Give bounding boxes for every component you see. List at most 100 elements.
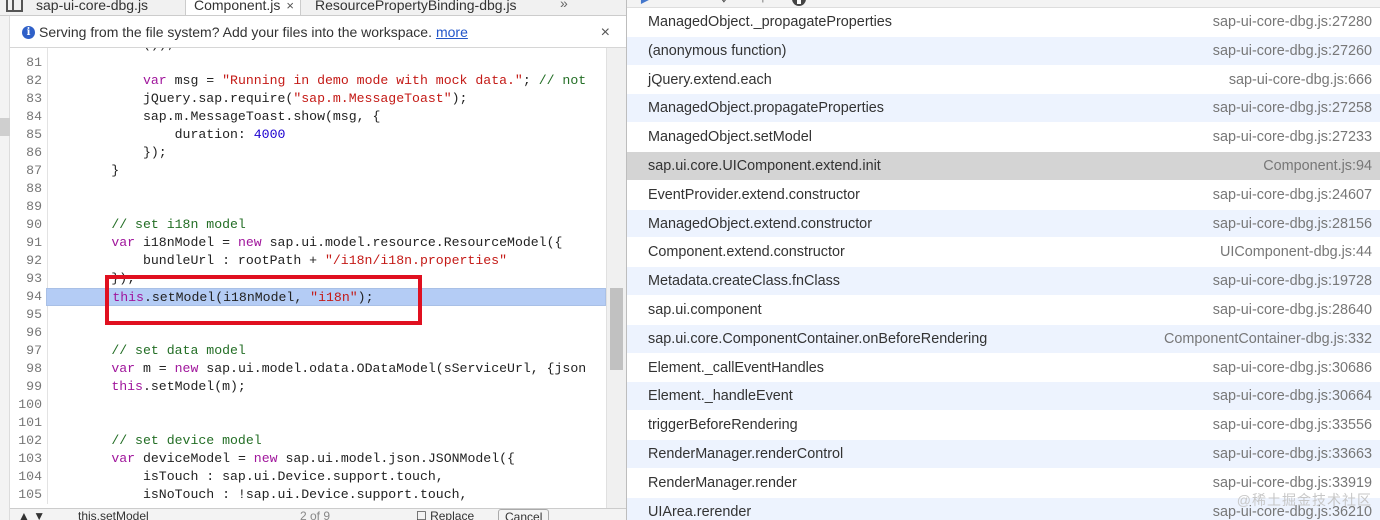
frame-location-link[interactable]: sap-ui-core-dbg.js:27258 [1213, 94, 1372, 123]
frame-location-link[interactable]: sap-ui-core-dbg.js:27260 [1213, 37, 1372, 66]
frame-location-link[interactable]: sap-ui-core-dbg.js:24607 [1213, 181, 1372, 210]
line-number[interactable]: 84 [10, 108, 42, 126]
code-line: 85 duration: 4000 [10, 126, 606, 144]
frame-location-link[interactable]: sap-ui-core-dbg.js:27280 [1213, 8, 1372, 37]
line-number[interactable]: 104 [10, 468, 42, 486]
frame-location-link[interactable]: Component.js:94 [1263, 152, 1372, 181]
line-number[interactable]: 88 [10, 180, 42, 198]
line-number[interactable]: 81 [10, 54, 42, 72]
line-number[interactable]: 105 [10, 486, 42, 504]
frame-location-link[interactable]: sap-ui-core-dbg.js:28640 [1213, 296, 1372, 325]
resume-icon[interactable]: ▶ [639, 0, 655, 6]
frame-function-name: RenderManager.renderControl [648, 445, 844, 462]
navigator-toggle-icon[interactable] [6, 0, 23, 12]
frame-function-name: sap.ui.core.UIComponent.extend.init [648, 157, 881, 174]
frame-location-link[interactable]: sap-ui-core-dbg.js:19728 [1213, 267, 1372, 296]
code-line: 87 } [10, 162, 606, 180]
call-frame[interactable]: ManagedObject.extend.constructor sap-ui-c… [627, 209, 1380, 239]
frame-function-name: ManagedObject.propagateProperties [648, 100, 884, 117]
navigator-collapse-strip[interactable] [0, 0, 10, 520]
line-number[interactable]: 101 [10, 414, 42, 432]
frame-location-link[interactable]: ComponentContainer-dbg.js:332 [1164, 325, 1372, 354]
code-line: 96 [10, 324, 606, 342]
line-number[interactable]: 82 [10, 72, 42, 90]
line-number[interactable]: 98 [10, 360, 42, 378]
call-frame[interactable]: ManagedObject.setModel sap-ui-core-dbg.js… [627, 123, 1380, 152]
code-line: 99 this.setModel(m); [10, 378, 606, 396]
frame-location-link[interactable]: sap-ui-core-dbg.js:33663 [1213, 440, 1372, 469]
line-number[interactable]: 102 [10, 432, 42, 450]
frame-function-name: EventProvider.extend.constructor [648, 186, 860, 203]
step-into-icon[interactable]: ↓ [716, 0, 732, 6]
code-text: bundleUrl : rootPath + "/i18n/i18n.prope… [48, 253, 508, 268]
call-frame[interactable]: ManagedObject._propagateProperties sap-ui… [627, 8, 1380, 37]
annotation-red-box [105, 275, 422, 325]
tab-close-icon[interactable]: × [286, 0, 294, 13]
frame-location-link[interactable]: sap-ui-core-dbg.js:33556 [1213, 411, 1372, 440]
editor-scrollbar[interactable] [606, 48, 626, 508]
line-number[interactable]: 91 [10, 234, 42, 252]
editor-tab-bar: sap-ui-core-dbg.js Component.js × Resourc… [0, 0, 626, 16]
tab-resource-property-binding[interactable]: ResourcePropertyBinding-dbg.js [307, 0, 517, 15]
code-text: var i18nModel = new sap.ui.model.resourc… [111, 235, 563, 250]
frame-location-link[interactable]: sap-ui-core-dbg.js:30664 [1213, 382, 1372, 411]
cancel-button[interactable]: Cancel [498, 509, 550, 520]
line-number[interactable]: 100 [10, 396, 42, 414]
code-text: this.setModel(m); [111, 379, 246, 394]
call-frame[interactable]: jQuery.extend.each sap-ui-core-dbg.js:666 [627, 65, 1380, 95]
infobar-more-link[interactable]: more [436, 24, 468, 40]
deactivate-breakpoints-icon[interactable] [792, 0, 808, 6]
call-frame[interactable]: sap.ui.core.ComponentContainer.onBeforeR… [627, 324, 1380, 354]
call-frame-selected[interactable]: sap.ui.core.UIComponent.extend.init Compo… [627, 151, 1380, 181]
tab-overflow-icon[interactable]: » [560, 0, 568, 11]
line-number[interactable]: 83 [10, 90, 42, 108]
frame-location-link[interactable]: sap-ui-core-dbg.js:666 [1229, 66, 1372, 95]
call-frame[interactable]: Metadata.createClass.fnClass sap-ui-core-… [627, 267, 1380, 296]
call-frame[interactable]: ManagedObject.propagateProperties sap-ui-… [627, 94, 1380, 124]
frame-function-name: jQuery.extend.each [648, 71, 772, 88]
line-number[interactable]: 89 [10, 198, 42, 216]
code-line: 105 isNoTouch : !sap.ui.Device.support.t… [10, 486, 606, 504]
find-options-icon[interactable]: ▲ ▼ [18, 509, 45, 520]
call-frame[interactable]: Element._handleEvent sap-ui-core-dbg.js:3… [627, 382, 1380, 412]
line-number[interactable]: 103 [10, 450, 42, 468]
call-frame[interactable]: Component.extend.constructor UIComponent-… [627, 238, 1380, 268]
line-number[interactable]: 96 [10, 324, 42, 342]
line-number[interactable]: 86 [10, 144, 42, 162]
code-text: } [48, 163, 120, 178]
call-frame[interactable]: RenderManager.renderControl sap-ui-core-d… [627, 439, 1380, 469]
line-number[interactable]: 99 [10, 378, 42, 396]
call-frame[interactable]: triggerBeforeRendering sap-ui-core-dbg.js… [627, 411, 1380, 440]
tab-sap-ui-core-dbg[interactable]: sap-ui-core-dbg.js [28, 0, 148, 15]
call-stack-pane: ▶ ↷ ↓ ↑ ManagedObject._propagateProperti… [627, 0, 1380, 520]
step-out-icon[interactable]: ↑ [755, 0, 771, 6]
frame-location-link[interactable]: sap-ui-core-dbg.js:28156 [1213, 210, 1372, 239]
call-frame[interactable]: EventProvider.extend.constructor sap-ui-c… [627, 180, 1380, 210]
line-number[interactable]: 95 [10, 306, 42, 324]
line-number[interactable]: 92 [10, 252, 42, 270]
close-icon[interactable]: × [601, 17, 610, 48]
frame-location-link[interactable]: sap-ui-core-dbg.js:30686 [1213, 354, 1372, 383]
scrollbar-thumb[interactable] [610, 288, 623, 370]
line-number[interactable]: 93 [10, 270, 42, 288]
line-number[interactable]: 87 [10, 162, 42, 180]
line-number[interactable]: 90 [10, 216, 42, 234]
workspace-infobar: i Serving from the file system? Add your… [10, 17, 626, 48]
call-frame[interactable]: sap.ui.component sap-ui-core-dbg.js:28640 [627, 295, 1380, 325]
step-over-icon[interactable]: ↷ [677, 0, 693, 6]
code-text: sap.m.MessageToast.show(msg, { [48, 109, 381, 124]
frame-function-name: ManagedObject.extend.constructor [648, 215, 872, 232]
code-line: 97 // set data model [10, 342, 606, 360]
frame-function-name: ManagedObject._propagateProperties [648, 14, 893, 30]
frame-location-link[interactable]: sap-ui-core-dbg.js:27233 [1213, 123, 1372, 152]
call-frame[interactable]: Element._callEventHandles sap-ui-core-dbg… [627, 353, 1380, 383]
replace-checkbox[interactable]: ☐ Replace [416, 509, 474, 520]
find-input[interactable]: this.setModel [78, 509, 149, 520]
line-number[interactable]: 85 [10, 126, 42, 144]
frame-location-link[interactable]: UIComponent-dbg.js:44 [1220, 238, 1372, 267]
call-frame[interactable]: (anonymous function) sap-ui-core-dbg.js:2… [627, 36, 1380, 66]
line-number[interactable]: 94 [10, 288, 42, 306]
line-number[interactable]: 97 [10, 342, 42, 360]
tab-component-js[interactable]: Component.js × [185, 0, 301, 15]
frame-function-name: Element._callEventHandles [648, 359, 824, 376]
